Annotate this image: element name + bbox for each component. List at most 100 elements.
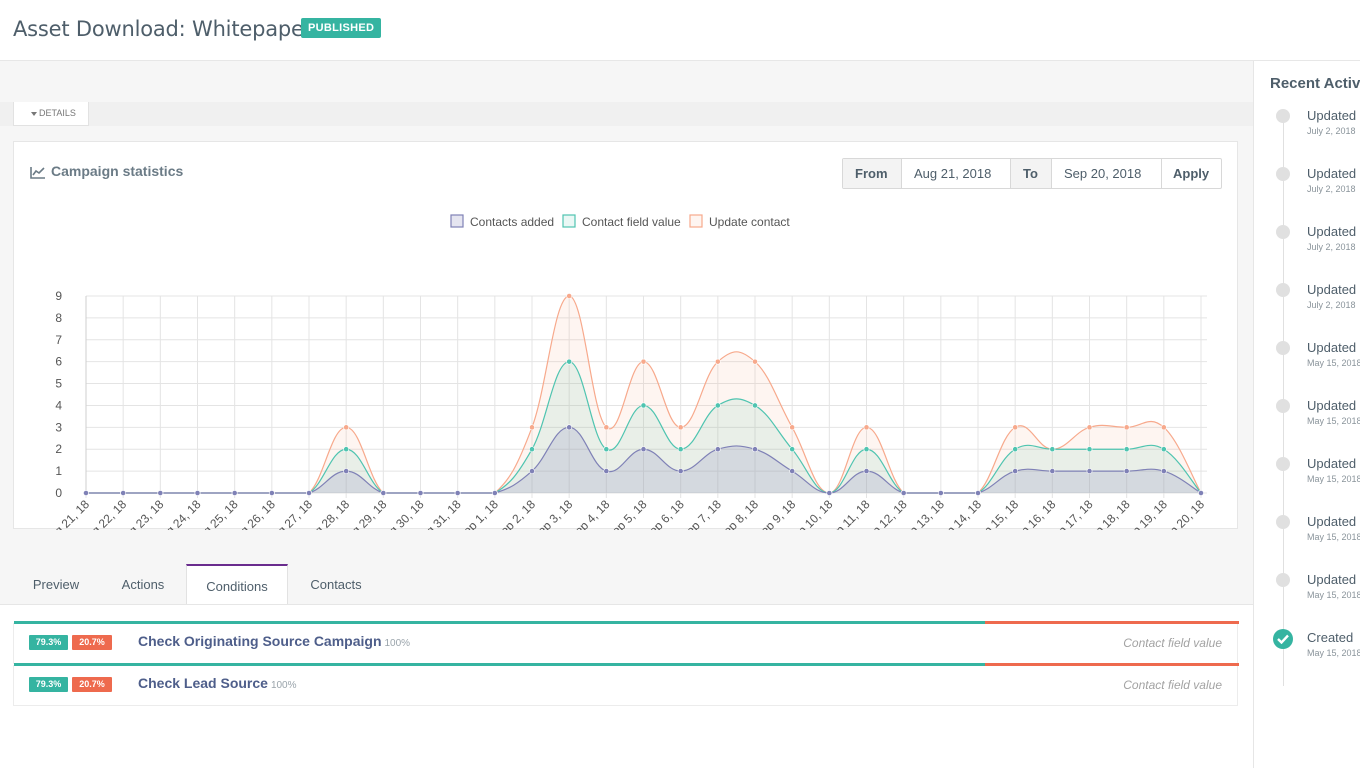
condition-no-bar	[985, 663, 1239, 666]
data-point	[417, 490, 424, 496]
activity-date: July 2, 2018	[1307, 242, 1356, 252]
activity-title: Updated	[1307, 166, 1357, 181]
legend-label: Update contact	[709, 215, 790, 229]
data-point	[529, 468, 535, 475]
condition-yes-bar	[14, 621, 985, 624]
tab-preview[interactable]: Preview	[13, 564, 99, 605]
data-point	[83, 490, 89, 496]
tab-bar: Preview Actions Conditions Contacts	[13, 564, 1238, 606]
activity-date: May 15, 2018	[1307, 474, 1360, 484]
data-point	[603, 424, 610, 431]
data-point	[1049, 446, 1056, 453]
data-point	[975, 490, 981, 496]
legend-label: Contacts added	[470, 215, 554, 229]
data-point	[380, 490, 387, 496]
legend-swatch	[450, 214, 464, 228]
data-point	[120, 490, 127, 496]
legend-swatch	[689, 214, 703, 228]
data-point	[1123, 424, 1130, 431]
x-tick-label: Sep 5, 18	[603, 497, 649, 530]
yes-percent-badge: 79.3%	[29, 677, 68, 692]
data-point	[789, 446, 796, 453]
activity-date: July 2, 2018	[1307, 184, 1356, 194]
tab-actions[interactable]: Actions	[105, 564, 181, 605]
data-point	[194, 490, 201, 496]
condition-row[interactable]: 79.3% 20.7% Check Originating Source Cam…	[13, 621, 1239, 664]
y-tick-label: 7	[55, 333, 62, 347]
no-percent-badge: 20.7%	[72, 635, 112, 650]
y-tick-label: 0	[55, 486, 62, 500]
activity-item: Updated May 15, 2018	[1254, 514, 1360, 565]
activity-date: July 2, 2018	[1307, 126, 1356, 136]
data-point	[937, 490, 944, 496]
activity-title: Updated	[1307, 514, 1357, 529]
details-toggle-button[interactable]: DETAILS	[13, 102, 89, 126]
timeline-dot-icon	[1276, 109, 1290, 123]
data-point	[900, 490, 907, 496]
activity-date: May 15, 2018	[1307, 358, 1360, 368]
details-label: DETAILS	[39, 108, 76, 118]
data-point	[677, 424, 684, 431]
condition-yes-bar	[14, 663, 985, 666]
campaign-statistics-panel: Campaign statistics From Aug 21, 2018 To…	[13, 141, 1238, 530]
x-tick-label: Sep 6, 18	[641, 497, 687, 530]
timeline-dot-icon	[1276, 225, 1290, 239]
condition-row[interactable]: 79.3% 20.7% Check Lead Source 100% Contac…	[13, 663, 1239, 706]
tab-contacts[interactable]: Contacts	[292, 564, 380, 605]
data-point	[603, 468, 610, 475]
y-tick-label: 5	[55, 377, 62, 391]
activity-title: Updated	[1307, 456, 1357, 471]
activity-item: Updated May 15, 2018	[1254, 572, 1360, 623]
data-point	[1086, 424, 1093, 431]
data-point	[566, 358, 573, 365]
condition-name-text: Check Originating Source Campaign	[138, 633, 382, 649]
x-tick-label: Sep 9, 18	[752, 497, 798, 530]
data-point	[863, 424, 870, 431]
data-point	[566, 424, 573, 431]
timeline-dot-icon	[1276, 167, 1290, 181]
activity-item: Updated May 15, 2018	[1254, 398, 1360, 449]
sidebar-title: Recent Activity	[1270, 75, 1360, 92]
data-point	[863, 446, 870, 453]
data-point	[640, 402, 647, 409]
condition-name[interactable]: Check Originating Source Campaign 100%	[138, 633, 410, 649]
data-point	[752, 402, 758, 409]
data-point	[306, 490, 312, 496]
timeline-dot-icon	[1276, 457, 1290, 471]
check-circle-icon	[1273, 629, 1293, 649]
data-point	[1012, 446, 1019, 453]
x-tick-label: Sep 7, 18	[678, 497, 724, 530]
x-tick-label: Sep 4, 18	[566, 497, 612, 530]
data-point	[529, 446, 535, 453]
activity-item: Updated July 2, 2018	[1254, 224, 1360, 275]
activity-item: Updated May 15, 2018	[1254, 456, 1360, 507]
page-header: Asset Download: Whitepaper PUBLISHED	[0, 0, 1360, 61]
data-point	[714, 358, 721, 365]
tab-conditions[interactable]: Conditions	[186, 564, 288, 606]
no-percent-badge: 20.7%	[72, 677, 112, 692]
y-tick-label: 2	[55, 442, 62, 456]
details-strip	[0, 102, 1253, 126]
data-point	[1160, 446, 1167, 453]
x-tick-label: Sep 1, 18	[455, 497, 501, 530]
activity-title: Updated	[1307, 572, 1357, 587]
data-point	[268, 490, 275, 496]
data-point	[529, 424, 535, 431]
activity-date: July 2, 2018	[1307, 300, 1356, 310]
condition-name[interactable]: Check Lead Source 100%	[138, 675, 297, 691]
condition-percent: 100%	[384, 638, 411, 649]
activity-date: May 15, 2018	[1307, 648, 1360, 658]
y-tick-label: 8	[55, 311, 62, 325]
data-point	[714, 402, 721, 409]
data-point	[1049, 468, 1056, 475]
activity-item: Updated May 15, 2018	[1254, 340, 1360, 391]
data-point	[231, 490, 238, 496]
condition-percent: 100%	[270, 680, 297, 691]
recent-activity-sidebar: Recent Activity UpdatedJuly 2, 2018Updat…	[1253, 61, 1360, 768]
data-point	[491, 490, 498, 496]
data-point	[714, 446, 721, 453]
caret-down-icon	[31, 112, 37, 116]
data-point	[640, 446, 647, 453]
data-point	[1012, 468, 1019, 475]
activity-date: May 15, 2018	[1307, 416, 1360, 426]
